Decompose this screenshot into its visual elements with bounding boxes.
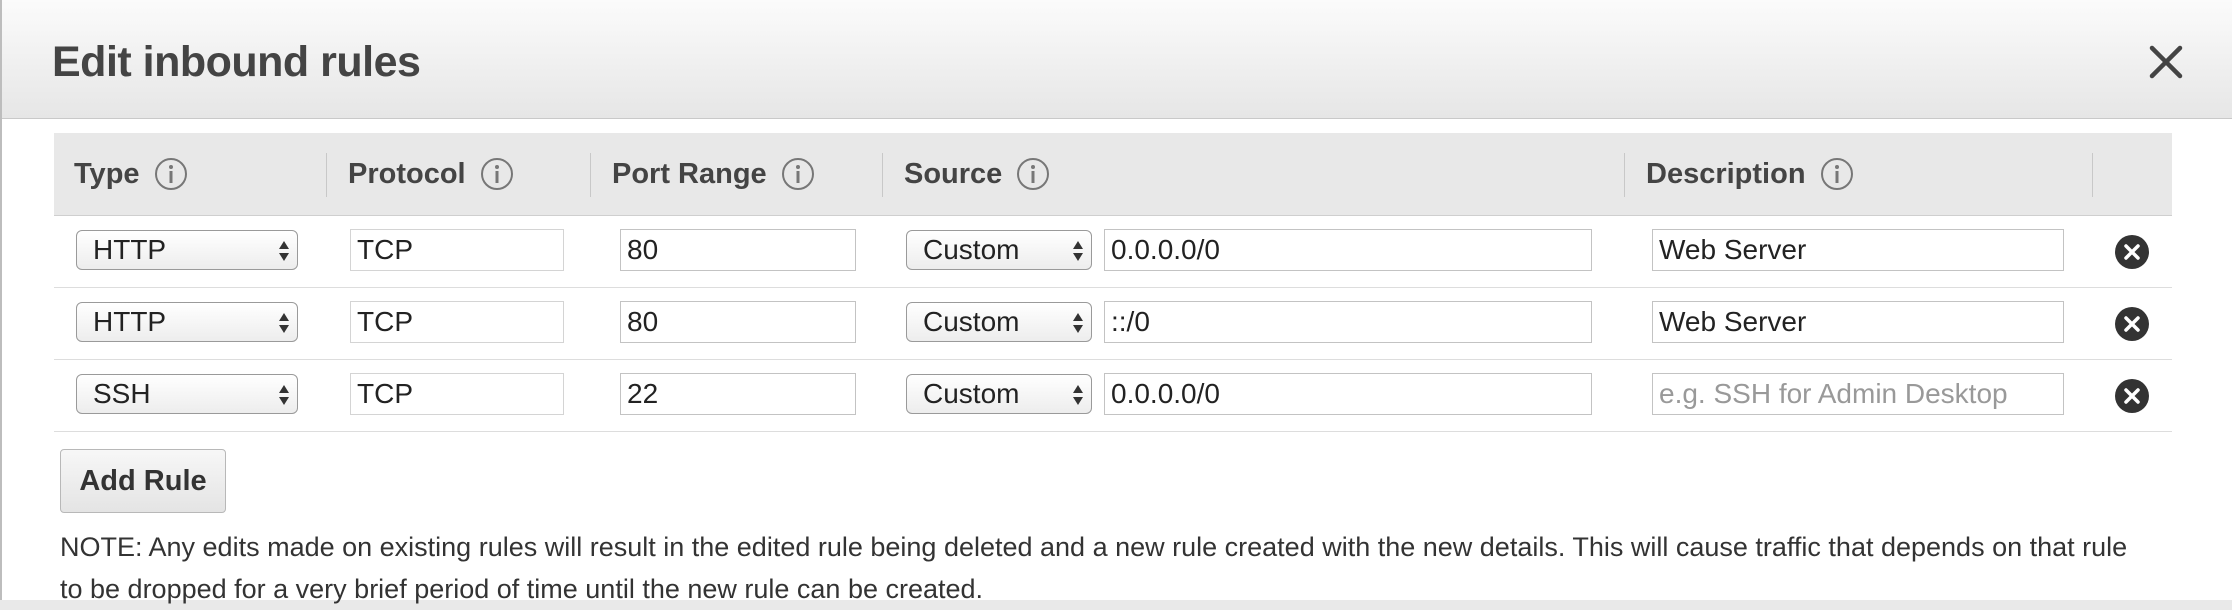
header-source-label: Source xyxy=(904,157,1003,190)
rule-row: HTTP Custom xyxy=(54,216,2172,288)
type-select-value: HTTP xyxy=(93,234,167,265)
source-cidr-field[interactable] xyxy=(1104,301,1592,343)
type-select-value: SSH xyxy=(93,378,151,409)
source-type-select-value: Custom xyxy=(923,234,1020,265)
add-rule-button[interactable]: Add Rule xyxy=(60,449,226,513)
select-arrows-icon xyxy=(1071,382,1085,408)
info-icon[interactable] xyxy=(1016,157,1050,191)
column-divider xyxy=(590,153,591,197)
rule-row: HTTP Custom xyxy=(54,288,2172,360)
protocol-field[interactable] xyxy=(350,373,564,415)
info-icon[interactable] xyxy=(480,157,514,191)
info-icon[interactable] xyxy=(781,157,815,191)
description-field[interactable] xyxy=(1652,301,2064,343)
header-protocol-label: Protocol xyxy=(348,157,466,190)
source-type-select-value: Custom xyxy=(923,306,1020,337)
type-select[interactable]: HTTP xyxy=(76,230,298,270)
remove-circle-icon xyxy=(2115,235,2149,269)
dialog-title: Edit inbound rules xyxy=(52,38,421,86)
source-cidr-field[interactable] xyxy=(1104,373,1592,415)
edit-warning-note: NOTE: Any edits made on existing rules w… xyxy=(60,532,2128,604)
source-type-select[interactable]: Custom xyxy=(906,302,1092,342)
header-description: Description xyxy=(1646,133,1854,215)
header-port-range: Port Range xyxy=(612,133,815,215)
select-arrows-icon xyxy=(277,238,291,264)
remove-circle-icon xyxy=(2115,307,2149,341)
rule-row: SSH Custom xyxy=(54,360,2172,432)
delete-rule-button[interactable] xyxy=(2114,234,2150,270)
table-header: Type Protocol Port Range Source Descript… xyxy=(54,133,2172,216)
protocol-field[interactable] xyxy=(350,229,564,271)
header-description-label: Description xyxy=(1646,157,1806,190)
select-arrows-icon xyxy=(1071,238,1085,264)
header-source: Source xyxy=(904,133,1050,215)
type-select[interactable]: HTTP xyxy=(76,302,298,342)
dialog-header: Edit inbound rules xyxy=(2,0,2232,119)
info-icon[interactable] xyxy=(1820,157,1854,191)
type-select-value: HTTP xyxy=(93,306,167,337)
source-type-select[interactable]: Custom xyxy=(906,230,1092,270)
header-type: Type xyxy=(74,133,188,215)
column-divider xyxy=(882,153,883,197)
edit-inbound-rules-dialog: Edit inbound rules Type Protocol Port Ra… xyxy=(0,0,2232,604)
remove-circle-icon xyxy=(2115,379,2149,413)
delete-rule-button[interactable] xyxy=(2114,306,2150,342)
column-divider xyxy=(326,153,327,197)
select-arrows-icon xyxy=(277,310,291,336)
source-type-select[interactable]: Custom xyxy=(906,374,1092,414)
column-divider xyxy=(1624,153,1625,197)
select-arrows-icon xyxy=(1071,310,1085,336)
type-select[interactable]: SSH xyxy=(76,374,298,414)
protocol-field[interactable] xyxy=(350,301,564,343)
port-range-field[interactable] xyxy=(620,373,856,415)
header-port-range-label: Port Range xyxy=(612,157,767,190)
header-protocol: Protocol xyxy=(348,133,514,215)
header-type-label: Type xyxy=(74,157,140,190)
select-arrows-icon xyxy=(277,382,291,408)
source-type-select-value: Custom xyxy=(923,378,1020,409)
description-field[interactable] xyxy=(1652,229,2064,271)
description-field[interactable] xyxy=(1652,373,2064,415)
port-range-field[interactable] xyxy=(620,229,856,271)
inbound-rules-table: Type Protocol Port Range Source Descript… xyxy=(54,133,2172,432)
close-icon xyxy=(2149,45,2183,79)
port-range-field[interactable] xyxy=(620,301,856,343)
info-icon[interactable] xyxy=(154,157,188,191)
source-cidr-field[interactable] xyxy=(1104,229,1592,271)
delete-rule-button[interactable] xyxy=(2114,378,2150,414)
column-divider xyxy=(2092,153,2093,197)
close-button[interactable] xyxy=(2144,40,2188,84)
